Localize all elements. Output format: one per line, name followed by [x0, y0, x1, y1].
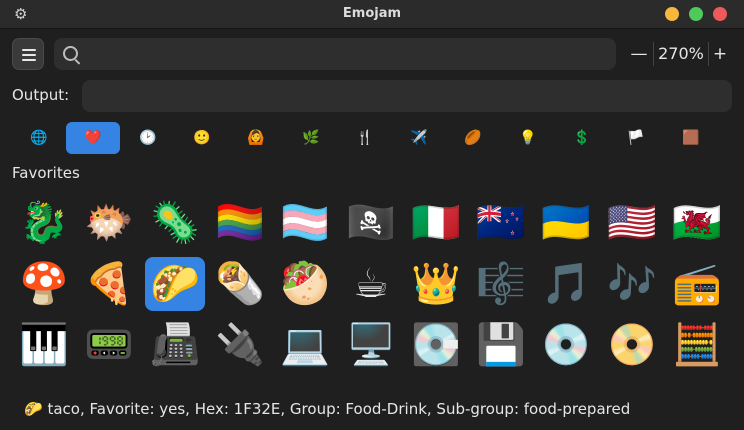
- category-tabs: 🌐 ❤️ 🕑 🙂 🙆 🌿 🍴 ✈️ 🏉 💡 💲 🏳️ 🟫: [12, 122, 732, 154]
- status-bar: 🌮 taco, Favorite: yes, Hex: 1F32E, Group…: [0, 386, 744, 430]
- emoji-cell[interactable]: 💿: [536, 318, 596, 372]
- tab-flags[interactable]: 🏳️: [609, 122, 663, 154]
- tab-travel[interactable]: ✈️: [392, 122, 446, 154]
- title-bar: ⚙ Emojam: [0, 0, 744, 29]
- tab-symbols[interactable]: 💲: [555, 122, 609, 154]
- emoji-cell[interactable]: 🔌: [210, 318, 270, 372]
- emoji-cell[interactable]: 📟: [79, 318, 139, 372]
- close-button[interactable]: [713, 7, 727, 21]
- maximize-button[interactable]: [689, 7, 703, 21]
- emoji-cell[interactable]: 🌮: [145, 257, 205, 311]
- emoji-cell[interactable]: 🏴󠁧󠁢󠁷󠁬󠁳󠁿: [667, 196, 727, 250]
- emoji-cell[interactable]: 🖥️: [341, 318, 401, 372]
- emoji-cell[interactable]: 🎼: [471, 257, 531, 311]
- emoji-cell[interactable]: 👑: [406, 257, 466, 311]
- emoji-cell[interactable]: 📠: [145, 318, 205, 372]
- menu-button[interactable]: [12, 38, 44, 70]
- tab-recent[interactable]: 🕑: [121, 122, 175, 154]
- emoji-cell[interactable]: 🦠: [145, 196, 205, 250]
- hamburger-icon: [22, 49, 36, 51]
- emoji-grid: 🐉 🐡 🦠 🏳️‍🌈 🏳️‍⚧️ 🏴‍☠️ 🇮🇹 🇳🇿 🇺🇦 🇺🇸 🏴󠁧󠁢󠁷󠁬󠁳󠁿 🍄 🍕 🌮 🌯 🥙 ☕ 👑 🎼 🎵…: [12, 196, 732, 386]
- tab-globe[interactable]: 🌐: [12, 122, 66, 154]
- emoji-cell[interactable]: 💾: [471, 318, 531, 372]
- emoji-cell[interactable]: 🐡: [79, 196, 139, 250]
- emoji-cell[interactable]: 🇺🇦: [536, 196, 596, 250]
- output-input[interactable]: [82, 80, 732, 112]
- tab-people[interactable]: 🙆: [229, 122, 283, 154]
- emoji-cell[interactable]: 🐉: [14, 196, 74, 250]
- output-field[interactable]: [82, 80, 732, 112]
- hamburger-icon-bar: [22, 54, 36, 56]
- status-emoji: 🌮: [24, 400, 43, 418]
- emoji-cell[interactable]: 🏳️‍🌈: [210, 196, 270, 250]
- hamburger-icon-bar: [22, 59, 36, 61]
- zoom-in-button[interactable]: +: [706, 38, 734, 70]
- emoji-cell[interactable]: 🌯: [210, 257, 270, 311]
- emoji-cell[interactable]: 🍕: [79, 257, 139, 311]
- emoji-cell[interactable]: 🎹: [14, 318, 74, 372]
- emoji-cell[interactable]: 🍄: [14, 257, 74, 311]
- emoji-cell[interactable]: 🏳️‍⚧️: [275, 196, 335, 250]
- tab-nature[interactable]: 🌿: [284, 122, 338, 154]
- emoji-cell[interactable]: 💽: [406, 318, 466, 372]
- emoji-cell[interactable]: ☕: [341, 257, 401, 311]
- emoji-cell[interactable]: 📻: [667, 257, 727, 311]
- tab-objects[interactable]: 💡: [501, 122, 555, 154]
- tab-custom[interactable]: 🟫: [664, 122, 718, 154]
- emoji-cell[interactable]: 🎶: [602, 257, 662, 311]
- tab-favorites[interactable]: ❤️: [66, 122, 120, 154]
- search-input[interactable]: [84, 38, 608, 72]
- zoom-out-button[interactable]: —: [625, 38, 653, 70]
- tab-smileys[interactable]: 🙂: [175, 122, 229, 154]
- output-label: Output:: [12, 86, 70, 104]
- tab-food[interactable]: 🍴: [338, 122, 392, 154]
- search-box[interactable]: [54, 38, 616, 72]
- emoji-cell[interactable]: 🥙: [275, 257, 335, 311]
- section-title: Favorites: [12, 164, 80, 182]
- emoji-cell[interactable]: 🇳🇿: [471, 196, 531, 250]
- tab-activities[interactable]: 🏉: [446, 122, 500, 154]
- emoji-cell[interactable]: 🏴‍☠️: [341, 196, 401, 250]
- minimize-button[interactable]: [665, 7, 679, 21]
- emoji-cell[interactable]: 🇮🇹: [406, 196, 466, 250]
- status-description: taco, Favorite: yes, Hex: 1F32E, Group: …: [47, 400, 631, 418]
- emoji-cell[interactable]: 🇺🇸: [602, 196, 662, 250]
- window-title: Emojam: [342, 6, 402, 21]
- emoji-cell[interactable]: 💻: [275, 318, 335, 372]
- emoji-cell[interactable]: 📀: [602, 318, 662, 372]
- search-icon: [63, 46, 78, 61]
- zoom-level: 270%: [658, 44, 704, 63]
- status-text: 🌮 taco, Favorite: yes, Hex: 1F32E, Group…: [24, 400, 630, 418]
- emoji-cell[interactable]: 🧮: [667, 318, 727, 372]
- toolbar: — 270% +: [0, 36, 744, 72]
- emoji-cell[interactable]: 🎵: [536, 257, 596, 311]
